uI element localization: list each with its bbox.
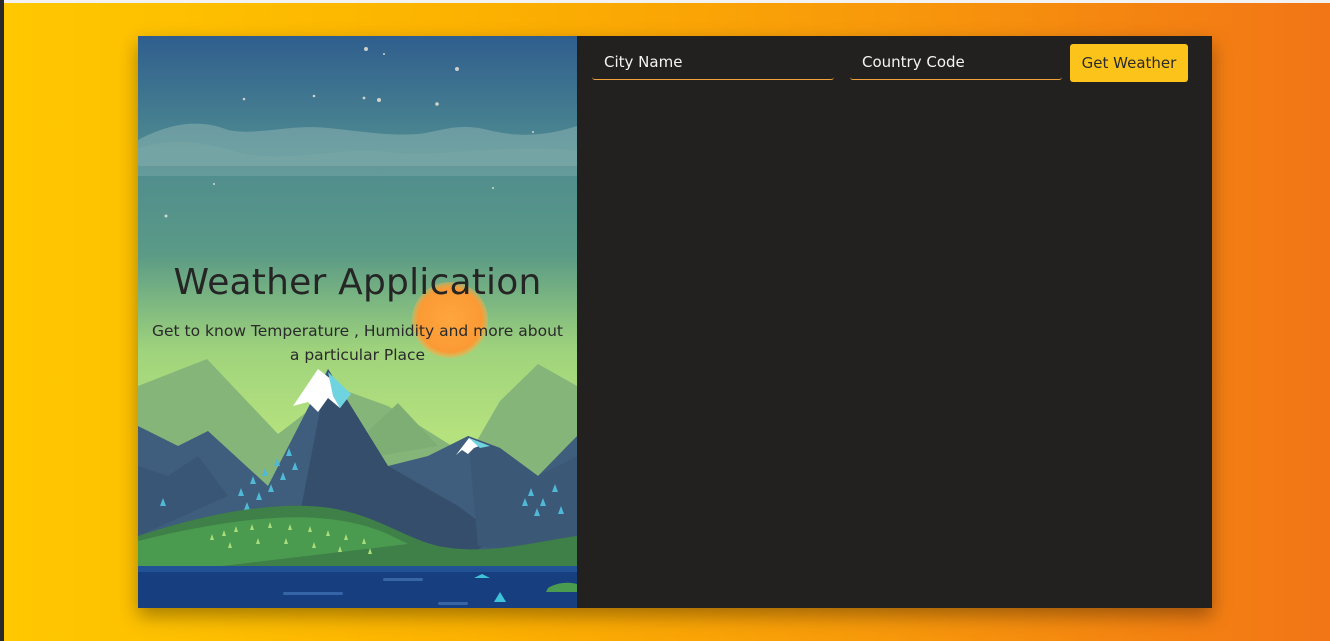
- page-title: Weather Application: [173, 262, 542, 303]
- country-code-field: [850, 44, 1062, 80]
- weather-card: Weather Application Get to know Temperat…: [138, 36, 1212, 608]
- city-name-field: [592, 44, 834, 80]
- hero-panel: Weather Application Get to know Temperat…: [138, 36, 577, 608]
- weather-form-panel: Get Weather: [577, 36, 1212, 608]
- country-code-input[interactable]: [850, 44, 1062, 79]
- page-subtitle: Get to know Temperature , Humidity and m…: [152, 322, 563, 364]
- city-name-input[interactable]: [592, 44, 834, 79]
- get-weather-button[interactable]: Get Weather: [1070, 44, 1188, 82]
